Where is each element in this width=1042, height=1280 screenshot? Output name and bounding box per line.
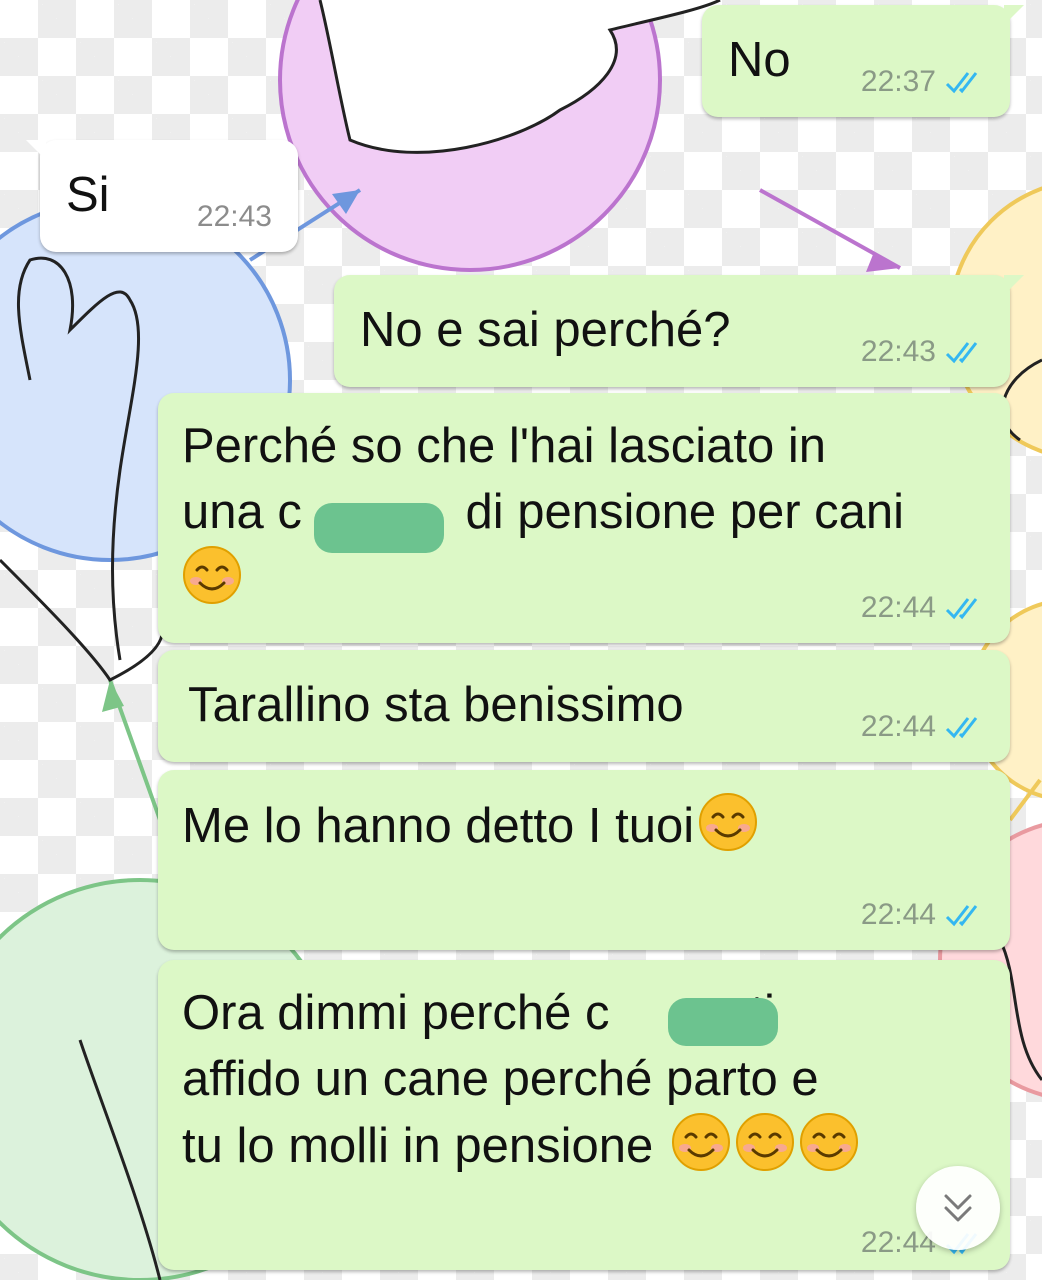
message-text: Perché so che l'hai lasciato in una c di … [182, 413, 904, 612]
message-bubble-outgoing[interactable]: Perché so che l'hai lasciato in una c di … [158, 393, 1010, 643]
redaction-mark [314, 503, 444, 553]
chevron-double-down-icon [944, 1194, 972, 1222]
message-bubble-outgoing[interactable]: Tarallino sta benissimo 22:44 [158, 650, 1010, 762]
smiling-face-emoji [671, 1112, 731, 1172]
message-time: 22:43 [196, 200, 272, 233]
smiling-face-emoji [735, 1112, 795, 1172]
message-meta: 22:43 [861, 337, 988, 367]
message-time: 22:44 [860, 898, 936, 931]
scroll-to-bottom-button[interactable] [916, 1166, 1000, 1250]
message-meta: 22:43 [197, 202, 272, 232]
bubble-tail [1004, 275, 1024, 295]
message-line: di pensione per cani [451, 485, 905, 539]
message-meta: 22:37 [861, 67, 988, 97]
message-bubble-incoming[interactable]: Si 22:43 [26, 140, 298, 252]
double-check-icon [945, 342, 978, 364]
message-meta: 22:44 [861, 712, 988, 742]
message-line: Me lo hanno detto I tuoi [182, 799, 695, 853]
bubble-tail [26, 140, 46, 160]
message-text: Me lo hanno detto I tuoi [182, 792, 758, 859]
message-meta: 22:44 [861, 900, 988, 930]
double-check-icon [945, 72, 978, 94]
message-bubble-outgoing[interactable]: No 22:37 [702, 5, 1024, 117]
message-meta: 22:44 [861, 593, 988, 623]
message-time: 22:43 [860, 335, 936, 368]
message-line: Perché so che l'hai lasciato in [182, 419, 826, 473]
double-check-icon [945, 717, 978, 739]
message-text: No [728, 33, 791, 87]
message-time: 22:44 [860, 591, 936, 624]
smiling-face-emoji [799, 1112, 859, 1172]
bubble-tail [1004, 5, 1024, 25]
message-line: tu lo molli in pensione [182, 1119, 667, 1173]
redaction-mark [668, 998, 778, 1046]
message-line: una c [182, 485, 302, 539]
message-text: No e sai perché? [360, 303, 731, 357]
message-line: Ora dimmi perché c [182, 986, 610, 1040]
message-time: 22:44 [860, 710, 936, 743]
double-check-icon [945, 598, 978, 620]
message-bubble-outgoing[interactable]: Ora dimmi perché co tiaffido un cane per… [158, 960, 1010, 1270]
smiling-face-emoji [182, 545, 242, 605]
message-time: 22:37 [860, 65, 936, 98]
double-check-icon [945, 905, 978, 927]
message-bubble-outgoing[interactable]: No e sai perché? 22:43 [334, 275, 1024, 387]
message-text: Tarallino sta benissimo [188, 678, 684, 732]
message-text: Si [66, 168, 110, 222]
message-bubble-outgoing[interactable]: Me lo hanno detto I tuoi 22:44 [158, 770, 1010, 950]
smiling-face-emoji [698, 792, 758, 852]
message-line: affido un cane perché parto e [182, 1052, 819, 1106]
